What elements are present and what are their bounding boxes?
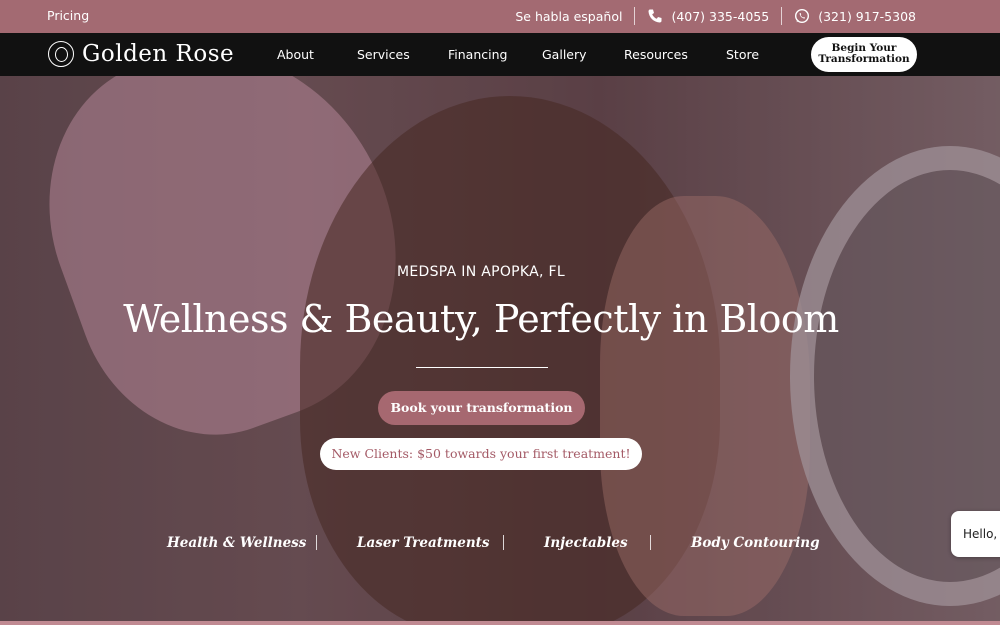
headline-divider (416, 367, 548, 368)
cta-line-2: Transformation (818, 53, 910, 65)
nav-item-financing[interactable]: Financing (448, 47, 507, 62)
divider (503, 535, 504, 550)
whatsapp-link[interactable]: (321) 917-5308 (818, 9, 916, 24)
hero-eyebrow: MEDSPA IN APOPKA, FL (397, 264, 565, 280)
nav-item-resources[interactable]: Resources (624, 47, 688, 62)
new-clients-offer-button[interactable]: New Clients: $50 towards your first trea… (320, 438, 642, 470)
divider (650, 535, 651, 550)
category-health-wellness[interactable]: Health & Wellness (167, 535, 306, 551)
chat-widget[interactable]: Hello, H (951, 511, 1000, 557)
phone-icon (648, 9, 662, 23)
top-bar: Pricing Se habla español (407) 335-4055 … (0, 0, 1000, 33)
contact-bar: Se habla español (407) 335-4055 (321) 91… (515, 7, 916, 25)
divider (781, 7, 783, 25)
nav-item-gallery[interactable]: Gallery (542, 47, 587, 62)
book-transformation-button[interactable]: Book your transformation (378, 391, 585, 425)
pricing-link[interactable]: Pricing (47, 8, 89, 23)
brand-name: Golden Rose (82, 41, 235, 67)
begin-transformation-button[interactable]: Begin Your Transformation (811, 37, 917, 72)
brand-logo[interactable]: Golden Rose (48, 41, 234, 67)
nav-item-services[interactable]: Services (357, 47, 410, 62)
hero-headline: Wellness & Beauty, Perfectly in Bloom (123, 297, 839, 341)
bottom-strip (0, 621, 1000, 625)
phone-link[interactable]: (407) 335-4055 (671, 9, 769, 24)
category-body-contouring[interactable]: Body Contouring (691, 535, 820, 551)
divider (316, 535, 317, 550)
spanish-note: Se habla español (515, 8, 623, 24)
whatsapp-icon (795, 8, 810, 24)
category-links: Health & Wellness Laser Treatments Injec… (0, 535, 1000, 555)
category-injectables[interactable]: Injectables (544, 535, 628, 551)
divider (634, 7, 636, 25)
category-laser-treatments[interactable]: Laser Treatments (357, 535, 490, 551)
rose-logo-icon (48, 41, 74, 67)
nav-item-store[interactable]: Store (726, 47, 759, 62)
nav-item-about[interactable]: About (277, 47, 314, 62)
main-nav: Golden Rose About Services Financing Gal… (0, 33, 1000, 76)
hero-section: MEDSPA IN APOPKA, FL Wellness & Beauty, … (0, 76, 1000, 625)
